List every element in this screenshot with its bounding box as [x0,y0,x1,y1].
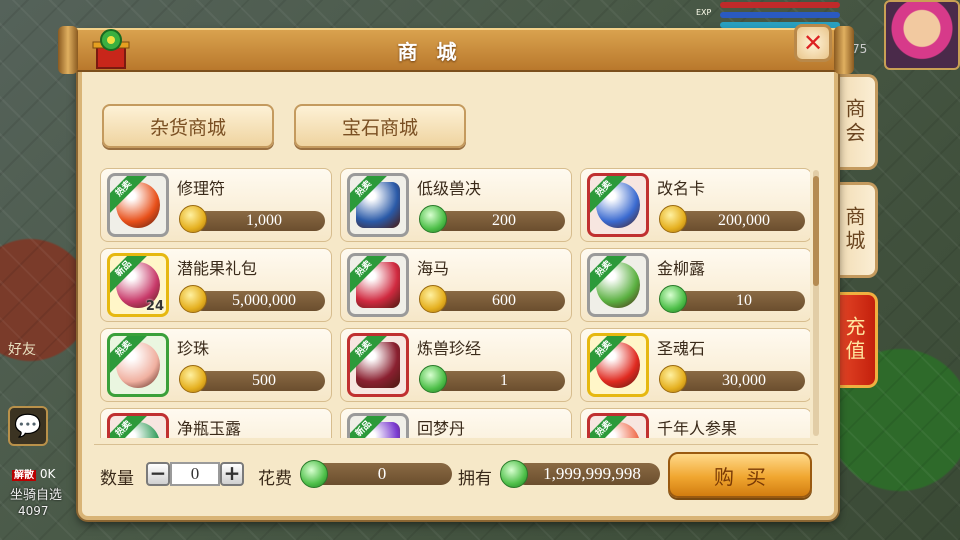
gold-coin-icon [179,365,207,393]
item-price: 200,000 [673,211,805,231]
item-card[interactable]: 热卖 千年人参果 [580,408,810,438]
item-name: 回梦丹 [417,419,466,438]
lantern-icon [88,28,134,72]
item-icon: 热卖 [587,173,649,237]
item-card[interactable]: 热卖 炼兽珍经 1 [340,328,572,402]
jade-currency-icon [300,460,328,488]
item-name: 改名卡 [657,179,706,198]
item-name: 千年人参果 [657,419,738,438]
item-icon: 热卖 [347,253,409,317]
item-icon: 热卖 [107,173,169,237]
friends-label[interactable]: 好友 [8,342,36,358]
scroll-end-left [58,26,78,74]
tab-mall[interactable]: 商城 [834,182,878,278]
quantity-decrease-button[interactable]: − [146,462,170,486]
item-card[interactable]: 热卖 低级兽决 200 [340,168,572,242]
team-tag: 解散 [12,470,36,481]
item-name: 炼兽珍经 [417,339,482,358]
item-price: 600 [433,291,565,311]
item-name: 圣魂石 [657,339,706,358]
item-icon: 热卖 [587,253,649,317]
category-general-store[interactable]: 杂货商城 [102,104,274,148]
owned-label: 拥有 [458,469,492,489]
owned-value: 1,999,999,998 [514,463,660,485]
item-card[interactable]: 热卖 珍珠 500 [100,328,332,402]
quantity-increase-button[interactable]: + [220,462,244,486]
item-price: 5,000,000 [193,291,325,311]
item-price: 1,000 [193,211,325,231]
footer-divider [94,444,818,445]
item-card[interactable]: 热卖 修理符 1,000 [100,168,332,242]
item-icon: 热卖 [347,173,409,237]
item-name: 低级兽决 [417,179,482,198]
player-avatar[interactable] [884,0,960,70]
exp-label: EXP [696,8,712,17]
item-name: 海马 [417,259,450,278]
gold-coin-icon [659,365,687,393]
jade-currency-icon [500,460,528,488]
item-icon: 热卖 [587,413,649,438]
item-price: 30,000 [673,371,805,391]
chat-button[interactable]: 💬 [8,406,48,446]
item-card[interactable]: 热卖 金柳露 10 [580,248,810,322]
gold-coin-icon [179,205,207,233]
item-price: 500 [193,371,325,391]
buy-button[interactable]: 购买 [668,452,812,498]
mount-number: 4097 [18,504,49,518]
team-status-text: 0K [39,467,56,481]
item-grid[interactable]: 热卖 修理符 1,000 热卖 低级兽决 200 热卖 改名卡 200,000 新品 24 潜能果礼包… [100,166,810,438]
mp-bar [720,12,840,18]
item-icon: 热卖 [347,333,409,397]
mount-label[interactable]: 坐骑自选 [10,484,62,503]
team-status: 解散 0K [12,466,55,481]
tab-recharge[interactable]: 充值 [834,292,878,388]
item-card[interactable]: 新品 回梦丹 [340,408,572,438]
item-name: 珍珠 [177,339,210,358]
item-name: 潜能果礼包 [177,259,258,278]
cost-label: 花费 [258,469,292,489]
item-icon: 热卖 [587,333,649,397]
quantity-input[interactable]: 0 [170,462,220,486]
window-title: 商 城 [397,40,463,64]
item-card[interactable]: 热卖 海马 600 [340,248,572,322]
gold-coin-icon [179,285,207,313]
item-card[interactable]: 热卖 净瓶玉露 [100,408,332,438]
scroll-end-right [834,26,854,74]
hp-bar [720,2,840,8]
close-button[interactable]: ✕ [794,24,832,62]
gold-coin-icon [419,285,447,313]
category-gem-store[interactable]: 宝石商城 [294,104,466,148]
item-icon: 热卖 [107,413,169,438]
item-icon: 热卖 [107,333,169,397]
item-icon: 新品 24 [107,253,169,317]
item-price: 1 [433,371,565,391]
hud-number: 75 [852,42,868,56]
jade-currency-icon [419,365,447,393]
tab-chamber-of-commerce[interactable]: 商会 [834,74,878,170]
item-card[interactable]: 热卖 改名卡 200,000 [580,168,810,242]
item-name: 金柳露 [657,259,706,278]
item-icon: 新品 [347,413,409,438]
item-card[interactable]: 新品 24 潜能果礼包 5,000,000 [100,248,332,322]
chat-bubble-icon: 💬 [14,413,42,439]
item-name: 修理符 [177,179,226,198]
cost-value: 0 [312,463,452,485]
item-name: 净瓶玉露 [177,419,242,438]
jade-currency-icon [419,205,447,233]
item-card[interactable]: 热卖 圣魂石 30,000 [580,328,810,402]
scrollbar-thumb[interactable] [813,176,819,286]
item-quantity: 24 [145,299,164,314]
jade-currency-icon [659,285,687,313]
item-price: 200 [433,211,565,231]
gold-coin-icon [659,205,687,233]
item-price: 10 [673,291,805,311]
quantity-label: 数量 [100,469,134,489]
